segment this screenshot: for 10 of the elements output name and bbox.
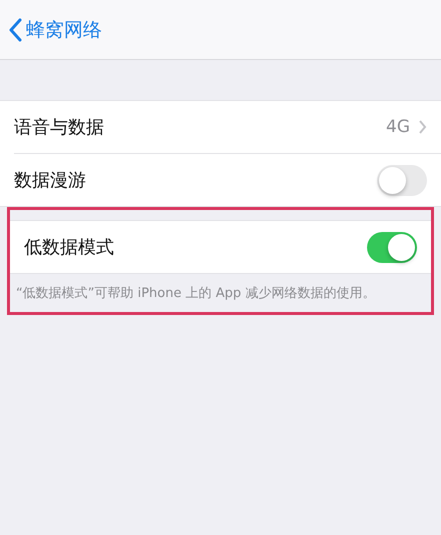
- setting-label: 低数据模式: [24, 236, 115, 259]
- footer-note: “低数据模式”可帮助 iPhone 上的 App 减少网络数据的使用。: [15, 285, 376, 303]
- chevron-icon: [418, 120, 427, 134]
- toggle-switch[interactable]: [367, 232, 417, 262]
- setting-label: 语音与数据: [14, 116, 105, 139]
- back-chevron-icon: [8, 18, 22, 42]
- back-button[interactable]: 蜂窝网络: [8, 14, 102, 44]
- toggle-switch[interactable]: [377, 164, 427, 196]
- setting-label: 数据漫游: [14, 169, 87, 192]
- setting-value: 4G: [386, 117, 410, 137]
